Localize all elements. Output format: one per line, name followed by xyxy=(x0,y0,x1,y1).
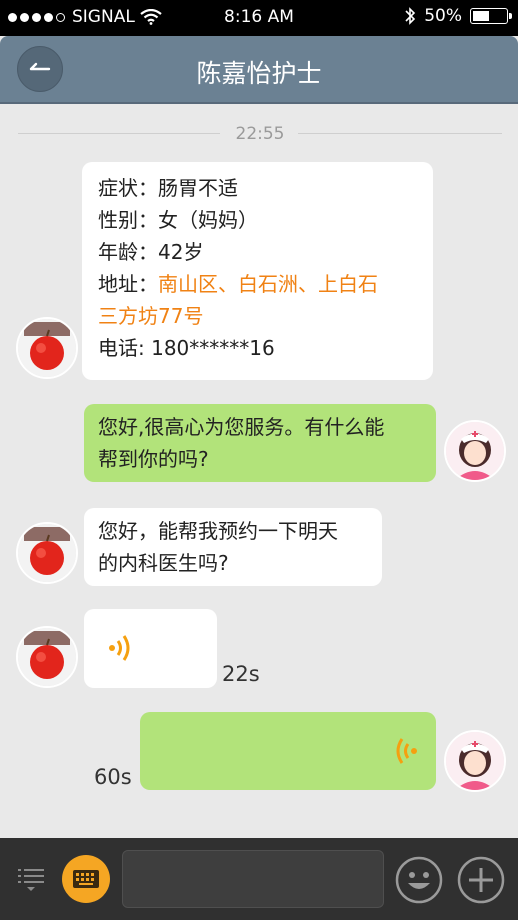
age-row: 年龄：42岁 xyxy=(98,240,204,264)
menu-list-icon xyxy=(18,869,44,891)
voice-message-outgoing[interactable] xyxy=(140,712,436,790)
message-input[interactable] xyxy=(122,850,384,908)
menu-button[interactable] xyxy=(12,860,50,898)
nurse-message[interactable]: 您好,很高心为您服务。有什么能 帮到你的吗? xyxy=(84,404,436,482)
patient-avatar[interactable] xyxy=(16,522,78,584)
keyboard-toggle-button[interactable] xyxy=(62,855,110,903)
apple-avatar-icon xyxy=(18,319,76,377)
voice-message-incoming[interactable] xyxy=(84,609,217,688)
smiley-icon xyxy=(395,856,443,904)
emoji-button[interactable] xyxy=(394,855,444,905)
message-timestamp: 22:55 xyxy=(235,124,285,144)
patient-info-card[interactable]: 症状：肠胃不适 性别：女（妈妈） 年龄：42岁 地址：南山区、白石洲、上白石 三… xyxy=(82,162,433,380)
bluetooth-icon xyxy=(405,7,416,25)
add-attachment-button[interactable] xyxy=(456,855,506,905)
symptom-row: 症状：肠胃不适 xyxy=(98,176,238,200)
battery-group: 50% xyxy=(404,6,512,26)
voice-duration: 60s xyxy=(94,765,132,789)
patient-avatar[interactable] xyxy=(16,626,78,688)
phone-row: 电话: 180******16 xyxy=(98,336,275,360)
nurse-avatar[interactable] xyxy=(444,730,506,792)
page-title: 陈嘉怡护士 xyxy=(196,59,322,88)
status-bar: SIGNAL 8:16 AM 50% xyxy=(0,0,518,36)
battery-percent: 50% xyxy=(424,6,462,26)
time-divider: 22:55 xyxy=(18,124,502,144)
nurse-avatar-icon xyxy=(446,732,504,790)
patient-avatar[interactable] xyxy=(16,317,78,379)
plus-icon xyxy=(457,856,505,904)
address-row: 地址：南山区、白石洲、上白石 xyxy=(98,272,378,296)
address-link[interactable]: 南山区、白石洲、上白石 xyxy=(158,272,378,296)
voice-duration: 22s xyxy=(222,662,260,686)
patient-message[interactable]: 您好，能帮我预约一下明天 的内科医生吗? xyxy=(84,508,382,586)
voice-wave-icon xyxy=(396,738,417,764)
keyboard-icon xyxy=(73,870,99,888)
apple-avatar-icon xyxy=(18,524,76,582)
nurse-avatar[interactable] xyxy=(444,420,506,482)
voice-wave-icon xyxy=(109,635,130,661)
nurse-avatar-icon xyxy=(446,422,504,480)
address-continuation[interactable]: 三方坊77号 xyxy=(98,300,417,332)
gender-row: 性别：女（妈妈） xyxy=(98,208,258,232)
apple-avatar-icon xyxy=(18,628,76,686)
input-toolbar xyxy=(0,838,518,920)
nav-bar: 陈嘉怡护士 xyxy=(0,36,518,104)
battery-icon xyxy=(470,8,512,24)
